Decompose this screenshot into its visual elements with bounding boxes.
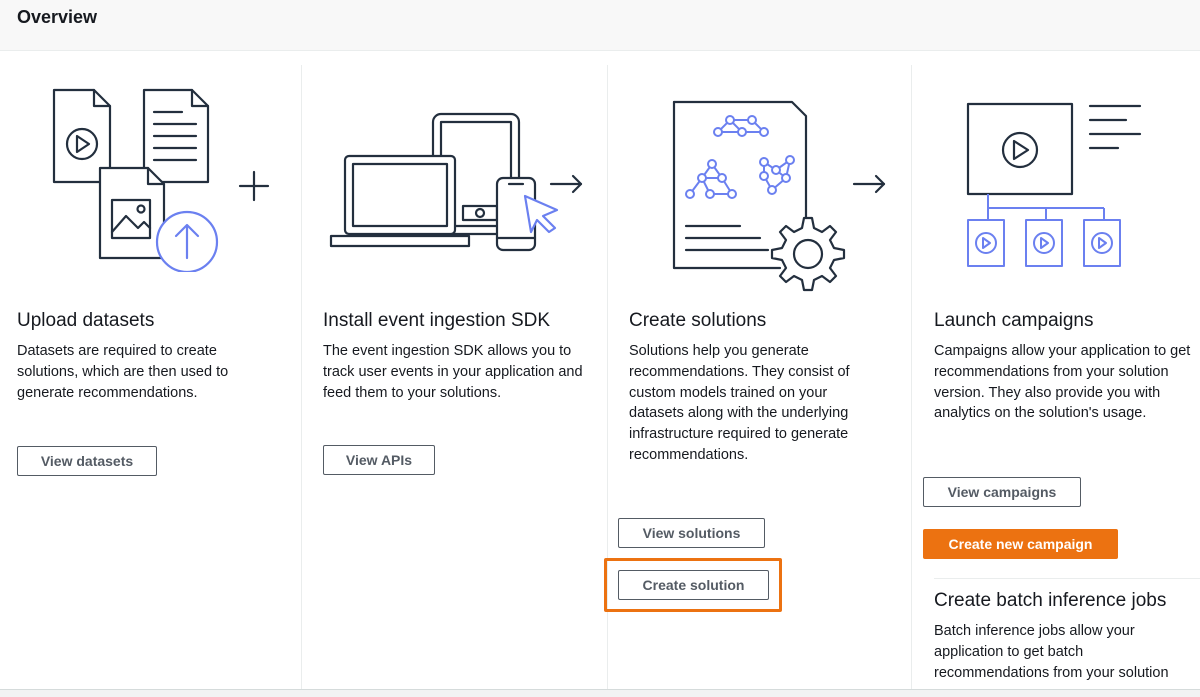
create-solutions-description: Solutions help you generate recommendati… (629, 343, 850, 463)
upload-datasets-title: Upload datasets (17, 310, 155, 331)
column-divider (301, 65, 302, 689)
event-sdk-title: Install event ingestion SDK (323, 310, 551, 331)
launch-campaigns-description: Campaigns allow your application to get … (934, 343, 1191, 422)
launch-campaigns-title: Launch campaigns (934, 310, 1094, 331)
view-solutions-button[interactable]: View solutions (618, 518, 765, 548)
batch-inference-description: Batch inference jobs allow your applicat… (934, 623, 1169, 681)
create-solution-button[interactable]: Create solution (618, 570, 769, 600)
view-datasets-button[interactable]: View datasets (17, 446, 157, 476)
section-separator (934, 578, 1200, 579)
create-solutions-illustration (672, 100, 886, 292)
upload-datasets-description: Datasets are required to create solution… (17, 343, 229, 401)
upload-datasets-illustration (52, 88, 270, 272)
column-divider (911, 65, 912, 689)
batch-inference-title: Create batch inference jobs (934, 590, 1167, 611)
create-solutions-title: Create solutions (629, 310, 767, 331)
view-campaigns-button[interactable]: View campaigns (923, 477, 1081, 507)
launch-campaigns-illustration (966, 102, 1142, 267)
overview-header: Overview (0, 0, 1200, 51)
create-new-campaign-button[interactable]: Create new campaign (923, 529, 1118, 559)
view-apis-button[interactable]: View APIs (323, 445, 435, 475)
event-sdk-description: The event ingestion SDK allows you to tr… (323, 343, 583, 401)
page-title: Overview (17, 7, 98, 27)
event-sdk-illustration (329, 112, 583, 252)
